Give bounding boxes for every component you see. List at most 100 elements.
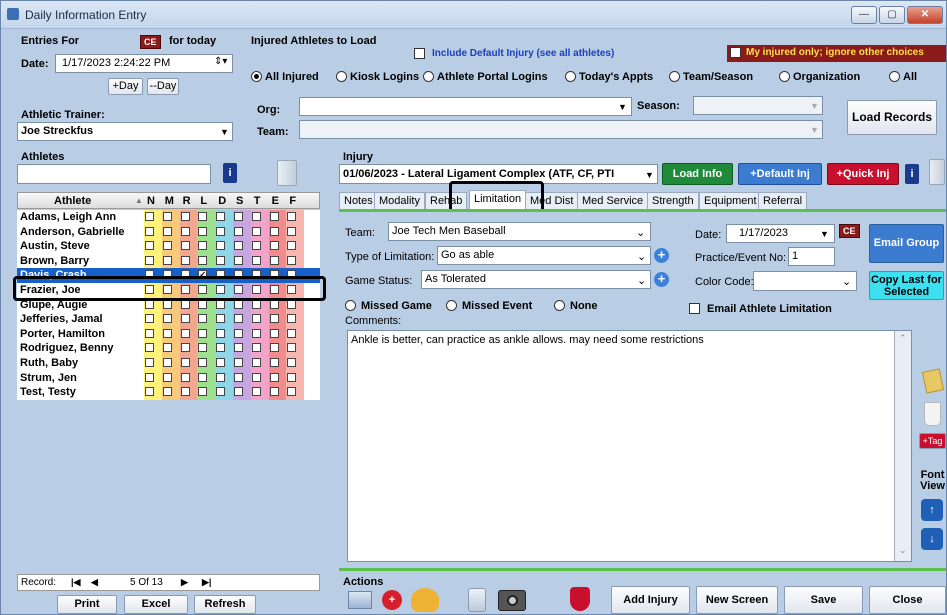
pencil-cup-icon[interactable] bbox=[924, 402, 941, 426]
load-info-button[interactable]: Load Info bbox=[662, 163, 733, 185]
radio-kiosk-logins[interactable] bbox=[336, 71, 347, 82]
checkbox-n[interactable] bbox=[145, 358, 154, 367]
checkbox-m[interactable] bbox=[162, 387, 172, 397]
document-icon[interactable] bbox=[277, 160, 297, 186]
radio-missed-event[interactable] bbox=[446, 300, 457, 311]
checkbox-t[interactable] bbox=[251, 387, 261, 397]
checkbox-s[interactable] bbox=[234, 328, 243, 338]
checkbox-f[interactable] bbox=[287, 226, 297, 236]
add-type-icon[interactable]: + bbox=[654, 248, 669, 263]
checkbox-s[interactable] bbox=[234, 343, 243, 353]
comments-scrollbar[interactable]: ⌃ ⌄ bbox=[894, 331, 911, 561]
maximize-button[interactable]: ▢ bbox=[879, 6, 905, 24]
radio-missed-game[interactable] bbox=[345, 300, 356, 311]
athlete-row[interactable]: Anderson, Gabrielle bbox=[17, 224, 320, 240]
quick-injury-button[interactable]: +Quick Inj bbox=[827, 163, 899, 185]
font-increase-icon[interactable]: ↑ bbox=[921, 499, 943, 521]
checkbox-n[interactable] bbox=[145, 226, 154, 236]
checkbox-r[interactable] bbox=[180, 212, 190, 221]
lim-type-select[interactable]: Go as able ⌄ bbox=[437, 246, 651, 265]
tab-med-service[interactable]: Med Service bbox=[577, 192, 649, 209]
lim-team-select[interactable]: Joe Tech Men Baseball ⌄ bbox=[388, 222, 651, 241]
radio-organization[interactable] bbox=[779, 71, 790, 82]
checkbox-e[interactable] bbox=[269, 328, 279, 338]
checkbox-f[interactable] bbox=[287, 372, 297, 382]
athlete-row[interactable]: Austin, Steve bbox=[17, 239, 320, 255]
checkbox-l[interactable] bbox=[198, 387, 208, 397]
checkbox-m[interactable] bbox=[162, 372, 172, 382]
camera-icon[interactable] bbox=[498, 590, 526, 611]
copy-last-button[interactable]: Copy Last for Selected bbox=[869, 271, 944, 300]
close-window-button[interactable]: ✕ bbox=[907, 6, 943, 24]
checkbox-m[interactable] bbox=[162, 343, 172, 353]
checkbox-n[interactable] bbox=[145, 314, 154, 324]
comments-textarea[interactable]: Ankle is better, can practice as ankle a… bbox=[347, 330, 912, 562]
checkbox-m[interactable] bbox=[162, 226, 172, 236]
checkbox-s[interactable] bbox=[234, 314, 243, 324]
checkbox-t[interactable] bbox=[251, 314, 261, 324]
radio-all[interactable] bbox=[889, 71, 900, 82]
checkbox-l[interactable] bbox=[198, 343, 208, 353]
save-button[interactable]: Save bbox=[784, 586, 863, 614]
default-injury-button[interactable]: +Default Inj bbox=[738, 163, 822, 185]
checkbox-d[interactable] bbox=[216, 328, 226, 338]
checkbox-l[interactable] bbox=[198, 226, 208, 236]
trainer-select[interactable]: Joe Streckfus ▼ bbox=[17, 122, 233, 141]
checkbox-r[interactable] bbox=[180, 241, 190, 251]
font-decrease-icon[interactable]: ↓ bbox=[921, 528, 943, 550]
tablet-icon[interactable] bbox=[468, 588, 486, 612]
checkbox-l[interactable] bbox=[198, 358, 208, 367]
column-s[interactable]: S bbox=[236, 195, 243, 207]
checkbox-s[interactable] bbox=[234, 212, 243, 221]
checkbox-m[interactable] bbox=[162, 314, 172, 324]
add-tag-button[interactable]: +Tag bbox=[919, 433, 946, 449]
checkbox-r[interactable] bbox=[180, 343, 190, 353]
athlete-search-input[interactable] bbox=[17, 164, 211, 184]
column-l[interactable]: L bbox=[200, 195, 207, 207]
checkbox-s[interactable] bbox=[234, 255, 243, 265]
checkbox-d[interactable] bbox=[216, 358, 226, 367]
lim-ce-badge[interactable]: CE bbox=[839, 224, 860, 238]
checkbox-t[interactable] bbox=[251, 328, 261, 338]
checkbox-f[interactable] bbox=[287, 358, 297, 367]
checkbox-f[interactable] bbox=[287, 212, 297, 221]
checkbox-f[interactable] bbox=[287, 314, 297, 324]
next-record-icon[interactable]: ▶ bbox=[181, 577, 188, 588]
lim-date-field[interactable]: 1/17/2023 ▼ bbox=[726, 224, 835, 243]
athlete-row[interactable]: Ruth, Baby bbox=[17, 356, 320, 371]
checkbox-n[interactable] bbox=[145, 255, 154, 265]
athlete-row[interactable]: Jefferies, Jamal bbox=[17, 312, 320, 328]
checkbox-r[interactable] bbox=[180, 226, 190, 236]
checkbox-m[interactable] bbox=[162, 255, 172, 265]
add-icon[interactable]: + bbox=[382, 590, 402, 610]
checkbox-f[interactable] bbox=[287, 387, 297, 397]
id-card-icon[interactable] bbox=[348, 591, 372, 609]
checkbox-n[interactable] bbox=[145, 372, 154, 382]
season-select[interactable]: ▼ bbox=[693, 96, 823, 115]
load-records-button[interactable]: Load Records bbox=[847, 100, 937, 135]
tab-notes[interactable]: Notes bbox=[339, 192, 378, 209]
lim-practice-input[interactable]: 1 bbox=[788, 247, 835, 266]
checkbox-n[interactable] bbox=[145, 241, 154, 251]
checkbox-r[interactable] bbox=[180, 358, 190, 367]
first-record-icon[interactable]: |◀ bbox=[71, 577, 80, 588]
checkbox-s[interactable] bbox=[234, 358, 243, 367]
athlete-row[interactable]: Strum, Jen bbox=[17, 370, 320, 386]
checkbox-f[interactable] bbox=[287, 241, 297, 251]
checkbox-n[interactable] bbox=[145, 387, 154, 397]
checkbox-s[interactable] bbox=[234, 226, 243, 236]
checkbox-d[interactable] bbox=[216, 343, 226, 353]
email-group-button[interactable]: Email Group bbox=[869, 224, 944, 263]
checkbox-t[interactable] bbox=[251, 343, 261, 353]
notepad-icon[interactable] bbox=[921, 368, 945, 394]
add-injury-button[interactable]: Add Injury bbox=[611, 586, 690, 614]
checkbox-e[interactable] bbox=[269, 212, 279, 221]
tab-referral[interactable]: Referral bbox=[758, 192, 808, 209]
column-athlete[interactable]: Athlete bbox=[54, 195, 91, 207]
checkbox-d[interactable] bbox=[216, 212, 226, 221]
checkbox-d[interactable] bbox=[216, 255, 226, 265]
column-e[interactable]: E bbox=[272, 195, 279, 207]
athlete-row[interactable]: Porter, Hamilton bbox=[17, 326, 320, 342]
checkbox-e[interactable] bbox=[269, 343, 279, 353]
checkbox-n[interactable] bbox=[145, 212, 154, 221]
